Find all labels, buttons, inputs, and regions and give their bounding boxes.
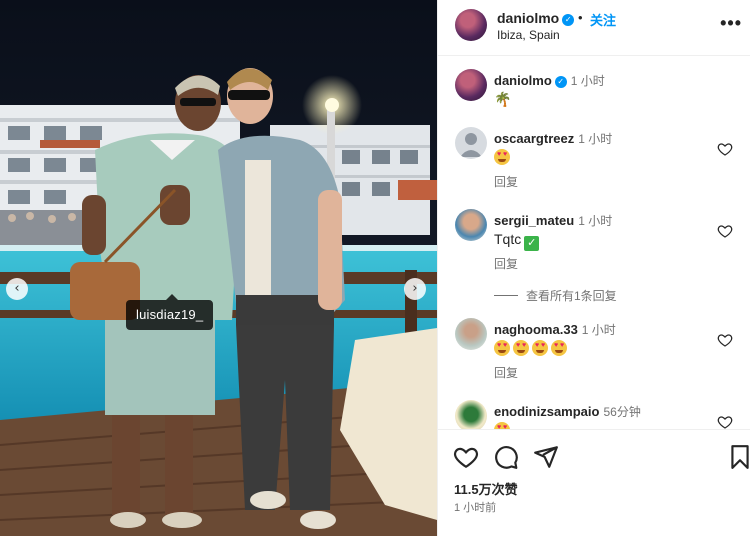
comment-text — [494, 149, 513, 166]
view-replies-button[interactable]: 查看所有1条回复 — [494, 287, 617, 304]
comment-username[interactable]: sergii_mateu — [494, 213, 574, 228]
user-tag[interactable]: luisdiaz19_ — [126, 294, 214, 330]
caption-text: 🌴 — [494, 91, 512, 107]
comment-time: 1 小时 — [578, 214, 613, 228]
post-side-panel: daniolmo ✓ • 关注 Ibiza, Spain ••• daniolmo… — [437, 0, 750, 536]
post-location[interactable]: Ibiza, Spain — [497, 28, 560, 42]
comment-like-heart-icon[interactable] — [717, 223, 733, 239]
post-photo[interactable]: ‹ › luisdiaz19_ — [0, 0, 437, 536]
caption-username[interactable]: daniolmo — [494, 73, 552, 88]
reply-button[interactable]: 回复 — [494, 173, 518, 190]
default-avatar-icon — [460, 133, 482, 157]
comment-time: 1 小时 — [578, 132, 613, 146]
comment-header: oscaargtreez 1 小时 — [494, 130, 612, 147]
comment-text: Tqtc ✓ — [494, 231, 540, 251]
heart-icon[interactable] — [453, 444, 479, 470]
post-timestamp: 1 小时前 — [454, 502, 497, 514]
author-username-row: daniolmo ✓ — [497, 10, 575, 26]
comment-text-value: Tqtc — [494, 231, 522, 247]
comment-text — [494, 340, 570, 357]
post-header: daniolmo ✓ • 关注 Ibiza, Spain ••• — [438, 0, 750, 56]
comment-header: enodinizsampaio 56分钟 — [494, 403, 641, 420]
caption-header: daniolmo ✓ 1 小时 — [494, 72, 605, 89]
next-photo-button[interactable]: › — [404, 278, 426, 300]
previous-photo-button[interactable]: ‹ — [6, 278, 28, 300]
comment-icon[interactable] — [493, 444, 519, 470]
follow-button[interactable]: 关注 — [590, 10, 616, 29]
post-actions: 11.5万次赞 1 小时前 — [438, 429, 750, 536]
comment-time: 56分钟 — [603, 405, 641, 419]
photo-illustration — [0, 0, 437, 536]
reply-button[interactable]: 回复 — [494, 255, 518, 272]
comment-avatar[interactable] — [455, 400, 487, 429]
author-avatar[interactable] — [455, 9, 487, 41]
comment-username[interactable]: oscaargtreez — [494, 131, 574, 146]
heart-eyes-emoji-icon — [551, 340, 567, 356]
like-count[interactable]: 11.5万次赞 — [454, 479, 518, 498]
comments-list[interactable]: daniolmo✓1 小时 🌴 oscaargtreez1 小时 回复 serg… — [438, 57, 750, 429]
author-username[interactable]: daniolmo — [497, 10, 559, 26]
comment-username[interactable]: enodinizsampaio — [494, 404, 599, 419]
comment-like-heart-icon[interactable] — [717, 414, 733, 429]
comment-like-heart-icon[interactable] — [717, 141, 733, 157]
heart-eyes-emoji-icon — [494, 340, 510, 356]
comment-like-heart-icon[interactable] — [717, 332, 733, 348]
reply-button[interactable]: 回复 — [494, 364, 518, 381]
send-icon[interactable] — [533, 444, 559, 470]
comment-avatar[interactable] — [455, 127, 487, 159]
comment-header: naghooma.33 1 小时 — [494, 321, 616, 338]
separator-dot: • — [578, 10, 583, 25]
heart-eyes-emoji-icon — [532, 340, 548, 356]
caption-time: 1 小时 — [570, 74, 605, 88]
heart-eyes-emoji-icon — [494, 149, 510, 165]
check-mark-emoji-icon: ✓ — [524, 236, 540, 251]
caption-avatar[interactable] — [455, 69, 487, 101]
comment-avatar[interactable] — [455, 209, 487, 241]
comment-avatar[interactable] — [455, 318, 487, 350]
verified-badge-icon: ✓ — [562, 14, 575, 26]
verified-badge-icon: ✓ — [554, 76, 567, 88]
comment-text — [494, 422, 513, 429]
comment-username[interactable]: naghooma.33 — [494, 322, 578, 337]
heart-eyes-emoji-icon — [513, 340, 529, 356]
bookmark-icon[interactable] — [727, 444, 750, 470]
comment-time: 1 小时 — [581, 323, 616, 337]
heart-eyes-emoji-icon — [494, 422, 510, 429]
more-options-icon[interactable]: ••• — [720, 13, 742, 34]
comment-header: sergii_mateu 1 小时 — [494, 212, 612, 229]
